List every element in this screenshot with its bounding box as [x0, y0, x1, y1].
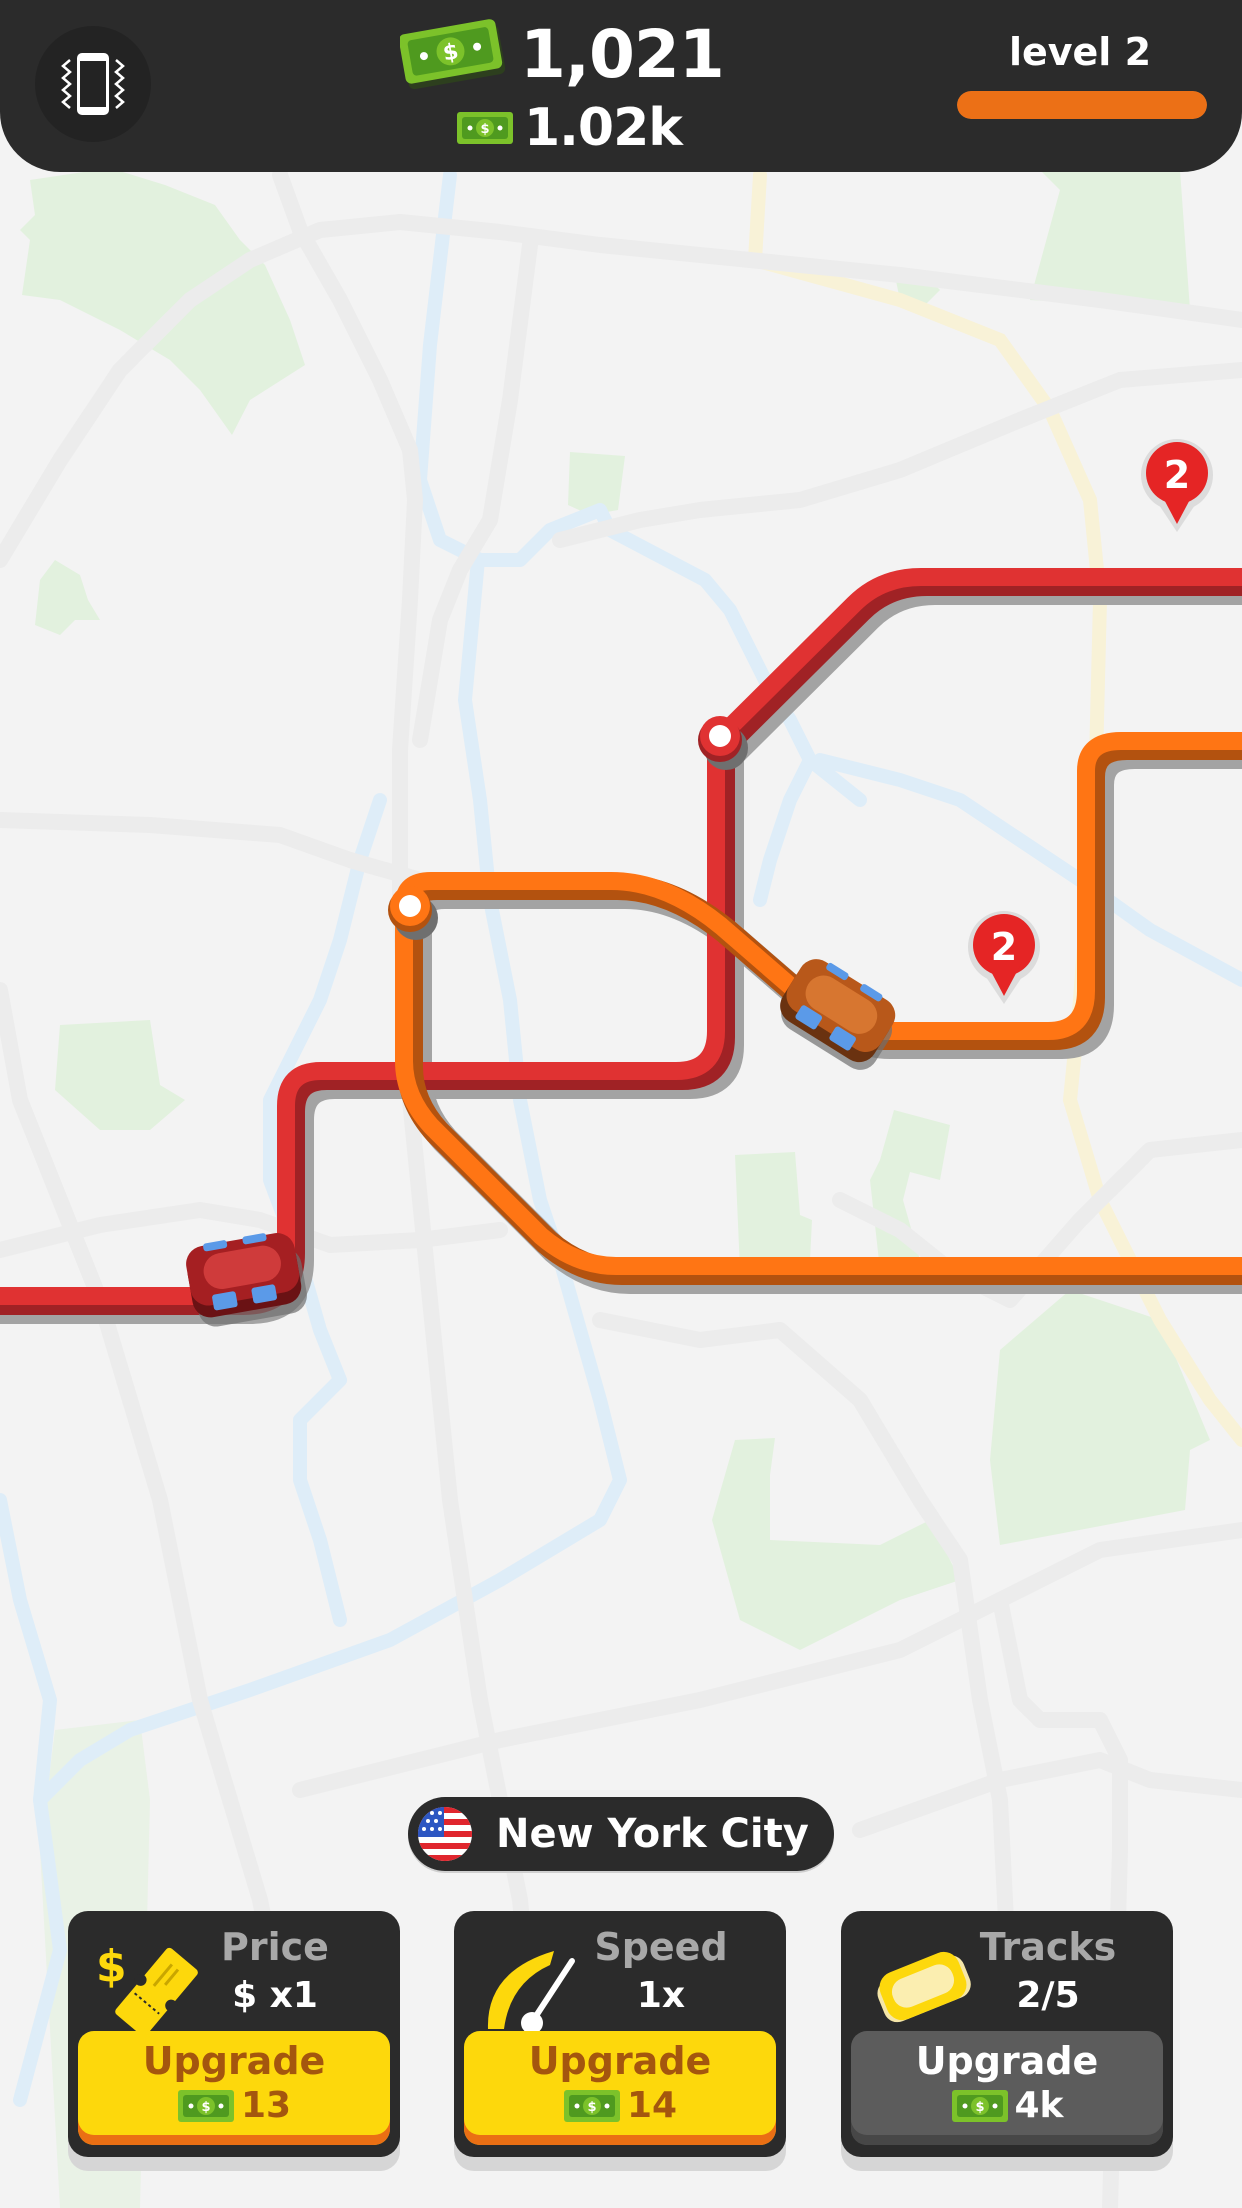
cash-bill-icon: $	[457, 112, 513, 144]
upgrade-speed-button[interactable]: Upgrade $ 14	[464, 2031, 776, 2145]
money-rate: $ 1.02k	[456, 96, 683, 160]
passenger-pin[interactable]: 2	[968, 911, 1040, 1004]
svg-text:$: $	[587, 2100, 596, 2115]
level-progress-bar	[957, 91, 1207, 119]
pin-count: 2	[1164, 453, 1190, 497]
upgrade-title: Price	[221, 1925, 329, 1969]
upgrade-tracks-button[interactable]: Upgrade $ 4k	[851, 2031, 1163, 2145]
cash-bill-icon: $	[400, 19, 506, 90]
upgrade-title: Speed	[594, 1925, 728, 1969]
map-parks	[20, 168, 1210, 2208]
svg-text:$: $	[96, 1941, 127, 1992]
pin-count: 2	[991, 925, 1017, 969]
cash-bill-icon: $	[563, 2089, 620, 2122]
cash-bill-icon: $	[177, 2089, 234, 2122]
upgrade-cost: 13	[240, 2085, 292, 2126]
top-bar: $ 1,021 $ 1.02k level 2	[0, 0, 1242, 172]
upgrade-cost: 4k	[1014, 2085, 1064, 2126]
svg-text:$: $	[975, 2100, 984, 2115]
city-selector[interactable]: New York City	[408, 1797, 834, 1871]
usa-flag-icon	[418, 1807, 472, 1861]
passenger-pin[interactable]: 2	[1141, 439, 1213, 532]
phone-vibrate-icon	[61, 53, 125, 115]
red-line[interactable]	[0, 568, 1242, 1315]
upgrade-value: $ x1	[232, 1975, 318, 2016]
upgrade-card-speed: Speed 1x Upgrade $ 14	[454, 1911, 786, 2157]
upgrade-button-label: Upgrade	[528, 2039, 712, 2083]
svg-text:$: $	[480, 122, 489, 137]
game-map[interactable]: 2 2	[0, 0, 1242, 2208]
svg-text:$: $	[201, 2100, 210, 2115]
map-highway	[747, 168, 1242, 1447]
upgrade-card-price: $ Price $ x1 Upgrade $ 13	[68, 1911, 400, 2157]
vibration-toggle-button[interactable]	[35, 26, 151, 142]
money-rate-value: 1.02k	[524, 98, 683, 158]
upgrade-card-tracks: Tracks 2/5 Upgrade $ 4k	[841, 1911, 1173, 2157]
upgrade-button-label: Upgrade	[142, 2039, 326, 2083]
level-label: level 2	[1008, 30, 1152, 74]
city-name: New York City	[496, 1811, 809, 1857]
level-progress-fill	[957, 91, 1207, 119]
train-red[interactable]	[183, 1228, 310, 1331]
line-shadows	[0, 577, 1242, 1324]
cash-bill-icon: $	[951, 2089, 1008, 2122]
upgrade-title: Tracks	[979, 1925, 1117, 1969]
upgrade-cost: 14	[626, 2085, 678, 2126]
upgrade-price-button[interactable]: Upgrade $ 13	[78, 2031, 390, 2145]
upgrade-button-label: Upgrade	[915, 2039, 1099, 2083]
upgrade-value: 2/5	[1016, 1975, 1080, 2016]
upgrade-value: 1x	[636, 1975, 686, 2016]
money-total-value: 1,021	[520, 15, 725, 93]
money-total: $ 1,021	[400, 14, 725, 94]
